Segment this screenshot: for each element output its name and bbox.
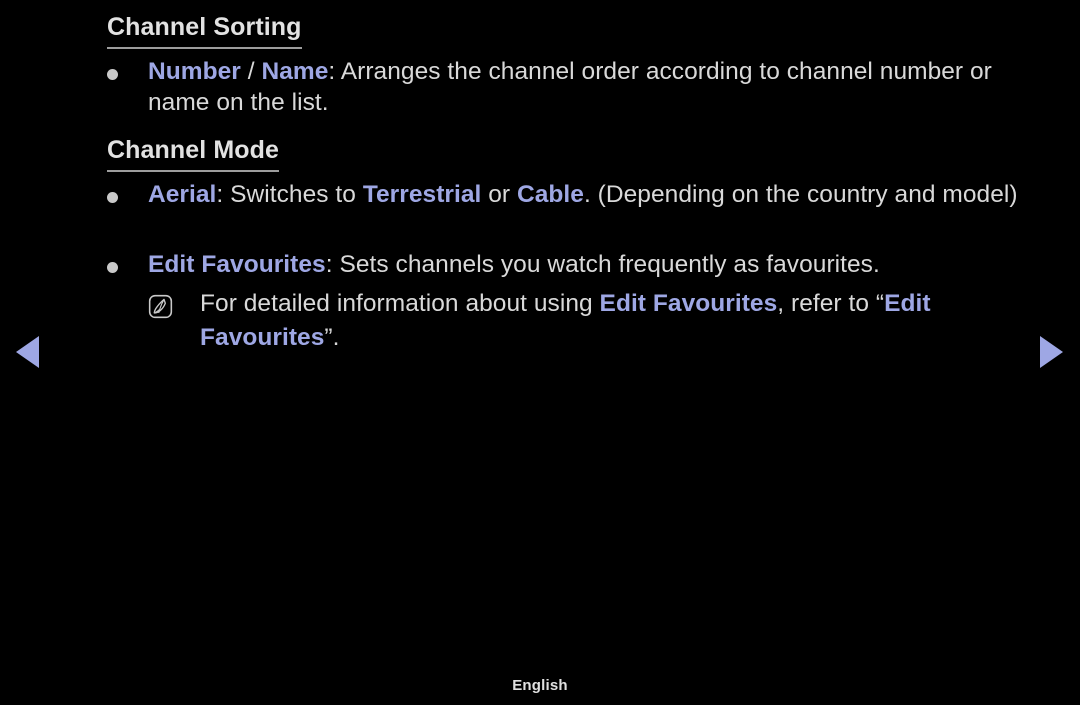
term-aerial: Aerial	[148, 181, 217, 208]
list-item-aerial-body-2: or	[481, 181, 517, 208]
bullet-dot-icon	[107, 69, 118, 80]
list-item-aerial: Aerial: Switches to Terrestrial or Cable…	[107, 179, 1032, 210]
term-name: Name	[261, 58, 329, 85]
term-number: Number	[148, 58, 241, 85]
section-heading-channel-mode: Channel Mode	[107, 136, 280, 172]
list-item-edit-favourites: Edit Favourites: Sets channels you watch…	[107, 249, 1032, 280]
term-cable: Cable	[517, 181, 584, 208]
note-edit-favourites: For detailed information about using Edi…	[148, 287, 1038, 355]
bullet-dot-icon	[107, 192, 118, 203]
note-body-1: For detailed information about using	[200, 290, 600, 317]
list-item-number-name-text: Number / Name: Arranges the channel orde…	[148, 56, 1032, 118]
list-item-edit-favourites-text: Edit Favourites: Sets channels you watch…	[148, 249, 880, 280]
previous-page-arrow-icon[interactable]	[16, 336, 39, 368]
next-page-arrow-icon[interactable]	[1040, 336, 1063, 368]
section-heading-channel-mode-row: Channel Mode	[0, 136, 280, 172]
note-edit-favourites-text: For detailed information about using Edi…	[200, 287, 1038, 355]
list-item-aerial-body-3: . (Depending on the country and model)	[583, 181, 1018, 208]
footer-language-label: English	[512, 677, 568, 694]
list-item-edit-favourites-body: : Sets channels you watch frequently as …	[325, 251, 880, 278]
note-body-3: ”.	[324, 324, 340, 351]
list-item-aerial-text: Aerial: Switches to Terrestrial or Cable…	[148, 179, 1018, 210]
list-item-aerial-body-1: : Switches to	[216, 181, 363, 208]
bullet-dot-icon	[107, 262, 118, 273]
section-heading-channel-sorting-row: Channel Sorting	[0, 13, 302, 49]
term-edit-favourites-inline: Edit Favourites	[599, 290, 778, 317]
term-terrestrial: Terrestrial	[362, 181, 482, 208]
term-edit-favourites: Edit Favourites	[148, 251, 326, 278]
note-pen-icon	[148, 294, 173, 319]
list-item-number-name: Number / Name: Arranges the channel orde…	[107, 56, 1032, 118]
separator-slash: /	[240, 58, 262, 85]
note-body-2: , refer to “	[777, 290, 885, 317]
e-manual-page: Channel Sorting Number / Name: Arranges …	[0, 0, 1080, 705]
section-heading-channel-sorting: Channel Sorting	[107, 13, 302, 49]
